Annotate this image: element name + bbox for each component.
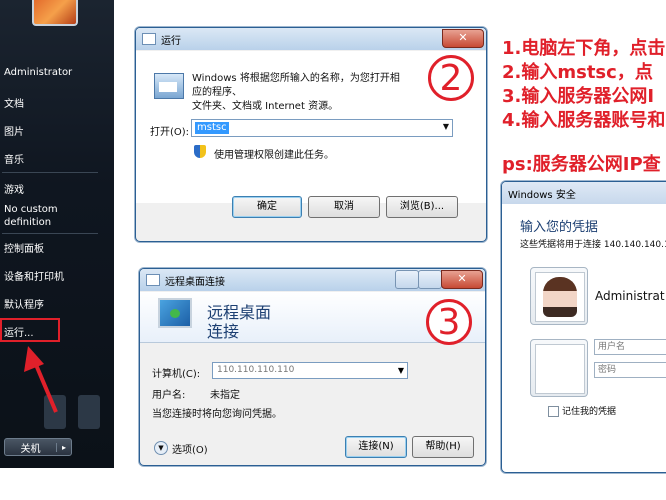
run-titlebar: 运行 (136, 28, 486, 50)
rdp-banner-line2: 连接 (207, 322, 240, 341)
chevron-down-icon[interactable]: ▼ (443, 122, 449, 131)
start-item-pictures[interactable]: 图片 (4, 123, 24, 138)
start-item-control-panel[interactable]: 控制面板 (4, 240, 44, 255)
open-combobox[interactable]: mstsc ▼ (191, 119, 453, 137)
remote-desktop-icon (158, 298, 192, 328)
computer-value[interactable]: 110.110.110.110 (217, 365, 294, 375)
desktop-thumbnail (44, 395, 66, 429)
account-name: Administrat (595, 289, 665, 303)
run-description-line2: 文件夹、文档或 Internet 资源。 (192, 101, 339, 112)
account-tile[interactable] (530, 267, 588, 325)
ok-button[interactable]: 确定 (232, 196, 302, 218)
computer-label: 计算机(C): (152, 369, 201, 380)
avatar (543, 277, 577, 317)
connect-button[interactable]: 连接(N) (345, 436, 407, 458)
start-item-games[interactable]: 游戏 (4, 181, 24, 196)
shutdown-arrow-icon[interactable]: ▸ (56, 442, 71, 452)
start-menu-divider (2, 172, 98, 173)
password-field[interactable]: 密码 (594, 362, 666, 378)
windows-security-dialog: Windows 安全 输入您的凭据 这些凭据将用于连接 140.140.140.… (501, 181, 666, 473)
rdp-window-icon (146, 274, 160, 286)
run-highlight-box (0, 318, 60, 342)
close-icon[interactable]: ✕ (442, 29, 484, 48)
security-title: Windows 安全 (508, 189, 576, 201)
options-toggle[interactable]: 选项(O) (172, 441, 208, 456)
username-field[interactable]: 用户名 (594, 339, 666, 355)
chevron-down-icon[interactable]: ▼ (398, 363, 404, 378)
credential-prompt-note: 当您连接时将向您询问凭据。 (152, 409, 282, 420)
rdp-title: 远程桌面连接 (165, 276, 225, 288)
instruction-step-4: 4.输入服务器账号和 (502, 110, 666, 131)
other-user-tile[interactable] (530, 339, 588, 397)
start-item-definition[interactable]: definition (4, 217, 51, 228)
user-avatar[interactable] (32, 0, 78, 26)
instruction-step-2: 2.输入mstsc，点 (502, 62, 653, 83)
help-button[interactable]: 帮助(H) (412, 436, 474, 458)
start-item-administrator[interactable]: Administrator (4, 67, 72, 78)
start-item-default-programs[interactable]: 默认程序 (4, 296, 44, 311)
run-window-icon (142, 33, 156, 45)
credentials-heading: 输入您的凭据 (520, 220, 599, 235)
admin-note: 使用管理权限创建此任务。 (214, 150, 334, 161)
open-input-value[interactable]: mstsc (195, 122, 229, 134)
run-description-line1: Windows 将根据您所输入的名称，为您打开相应的程序、 (192, 73, 400, 98)
maximize-icon[interactable] (418, 270, 442, 289)
security-titlebar: Windows 安全 (502, 182, 666, 204)
run-dialog: 运行 ✕ Windows 将根据您所输入的名称，为您打开相应的程序、 文件夹、文… (135, 27, 487, 242)
start-menu: Administrator 文档 图片 音乐 游戏 No custom defi… (0, 0, 114, 468)
uac-shield-icon (194, 145, 206, 158)
close-icon[interactable]: ✕ (441, 270, 483, 289)
remember-label: 记住我的凭据 (562, 407, 617, 417)
instruction-step-1: 1.电脑左下角，点击 (502, 38, 666, 59)
cancel-button[interactable]: 取消 (308, 196, 380, 218)
browse-button[interactable]: 浏览(B)... (386, 196, 458, 218)
remember-checkbox[interactable] (548, 406, 559, 417)
username-value: 未指定 (210, 390, 240, 401)
open-label: 打开(O): (150, 127, 190, 138)
shutdown-button[interactable]: 关机 ▸ (4, 438, 72, 456)
start-item-music[interactable]: 音乐 (4, 151, 24, 166)
start-item-documents[interactable]: 文档 (4, 95, 24, 110)
desktop-thumbnail (78, 395, 100, 429)
other-user-frame (535, 344, 585, 394)
username-label: 用户名: (152, 390, 186, 401)
start-item-devices-printers[interactable]: 设备和打印机 (4, 268, 64, 283)
instruction-step-3: 3.输入服务器公网I (502, 86, 655, 107)
step-number-2: 2 (428, 55, 474, 101)
run-program-icon (154, 73, 184, 99)
start-item-no-custom[interactable]: No custom (4, 204, 58, 215)
computer-combobox[interactable]: 110.110.110.110 ▼ (212, 362, 408, 379)
account-avatar-frame (535, 272, 585, 322)
run-description: Windows 将根据您所输入的名称，为您打开相应的程序、 文件夹、文档或 In… (192, 72, 407, 114)
credentials-subtext: 这些凭据将用于连接 140.140.140.1 (520, 240, 666, 250)
shutdown-label: 关机 (20, 443, 41, 455)
ps-note: ps:服务器公网IP查 (502, 154, 661, 175)
start-menu-divider (2, 233, 98, 234)
options-expand-icon[interactable]: ▼ (154, 441, 168, 455)
rdp-dialog: 远程桌面连接 ✕ 远程桌面 连接 计算机(C): 110.110.110.110… (139, 268, 486, 466)
run-title: 运行 (161, 35, 181, 47)
step-number-3: 3 (426, 299, 472, 345)
minimize-icon[interactable] (395, 270, 419, 289)
